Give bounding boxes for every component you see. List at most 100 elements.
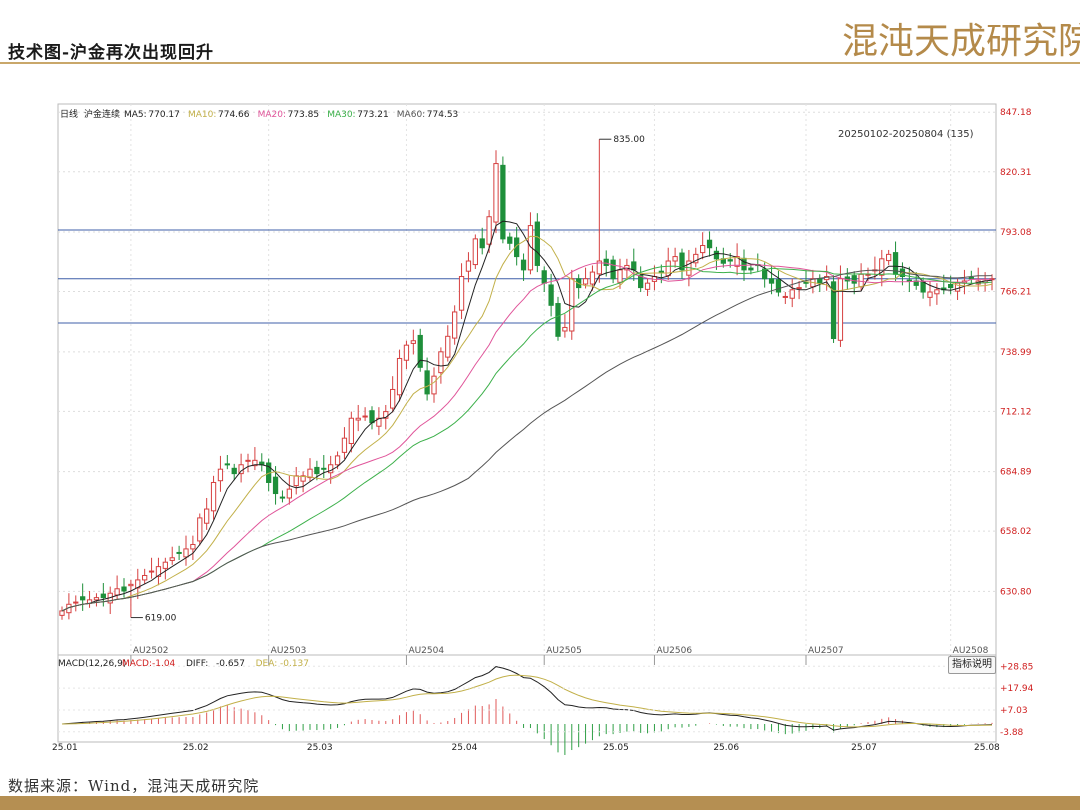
candle-body bbox=[390, 388, 396, 409]
macd-legend-label: MACD: bbox=[122, 659, 152, 669]
plot-frame bbox=[57, 103, 997, 743]
x-tick-label: 25.02 bbox=[183, 743, 209, 753]
candle-body bbox=[741, 257, 747, 271]
x-tick-label: 25.08 bbox=[974, 743, 1000, 753]
footer-bar bbox=[0, 796, 1080, 810]
candle-body bbox=[396, 357, 403, 396]
candle-body bbox=[500, 164, 506, 240]
macd-legend-value: -0.137 bbox=[280, 659, 309, 669]
candle-body bbox=[210, 481, 217, 512]
candle-body bbox=[231, 467, 237, 475]
candle-body bbox=[59, 610, 65, 616]
macd-tick-label: +28.85 bbox=[1000, 662, 1033, 672]
candle-body bbox=[445, 335, 451, 358]
candle-body bbox=[190, 543, 196, 550]
candle-body bbox=[920, 281, 926, 293]
ma60-line bbox=[61, 269, 993, 612]
candle-body bbox=[355, 417, 361, 421]
candle-body bbox=[672, 256, 678, 262]
candle-body bbox=[465, 260, 472, 272]
candle-body bbox=[458, 276, 465, 311]
legend-ma-label: MA60: bbox=[397, 110, 425, 120]
candle-body bbox=[837, 278, 844, 341]
y-tick-label: 793.08 bbox=[1000, 228, 1032, 238]
candle-body bbox=[479, 238, 485, 249]
candle-body bbox=[93, 597, 100, 601]
candle-body bbox=[162, 561, 168, 569]
contract-label: AU2503 bbox=[271, 646, 307, 656]
legend-ma-value: 774.66 bbox=[218, 110, 250, 120]
y-tick-label: 820.31 bbox=[1000, 168, 1032, 178]
candle-body bbox=[245, 459, 251, 462]
y-tick-label: 630.80 bbox=[1000, 587, 1032, 597]
candle-body bbox=[341, 437, 348, 453]
candle-body bbox=[555, 303, 561, 337]
candle-body bbox=[562, 326, 568, 332]
candle-body bbox=[582, 278, 589, 285]
candle-body bbox=[507, 236, 513, 244]
candle-body bbox=[803, 281, 809, 284]
candle-body bbox=[197, 517, 203, 542]
candle-body bbox=[148, 570, 155, 573]
candle-body bbox=[452, 311, 458, 339]
y-tick-label: 712.12 bbox=[1000, 407, 1032, 417]
y-tick-label: 658.02 bbox=[1000, 527, 1032, 537]
candle-body bbox=[472, 238, 478, 266]
contract-label: AU2508 bbox=[953, 646, 989, 656]
macd-title: MACD(12,26,9) bbox=[58, 659, 126, 669]
candle-body bbox=[493, 163, 499, 223]
period-label: 20250102-20250804 (135) bbox=[838, 129, 974, 140]
candle-body bbox=[279, 496, 286, 499]
candle-body bbox=[948, 283, 954, 289]
candle-body bbox=[775, 279, 782, 293]
ma10-line bbox=[61, 235, 993, 612]
legend-prefix: 日线 bbox=[60, 108, 78, 120]
candle-body bbox=[217, 468, 224, 482]
candle-body bbox=[348, 417, 354, 445]
macd-legend-label: DEA: bbox=[256, 659, 278, 669]
candle-body bbox=[114, 588, 120, 596]
macd-tick-label: -3.88 bbox=[1000, 728, 1024, 738]
candle-body bbox=[886, 253, 892, 262]
candle-body bbox=[534, 221, 540, 266]
candle-body bbox=[100, 593, 106, 599]
candle-body bbox=[314, 466, 320, 475]
contract-label: AU2504 bbox=[408, 646, 444, 656]
macd-legend-value: -1.04 bbox=[152, 659, 176, 669]
legend-ma-value: 773.85 bbox=[288, 110, 320, 120]
candle-body bbox=[293, 475, 299, 487]
candle-body bbox=[520, 259, 527, 271]
candle-body bbox=[858, 273, 864, 288]
candle-body bbox=[321, 467, 327, 470]
candle-body bbox=[603, 258, 609, 266]
y-tick-label: 684.89 bbox=[1000, 468, 1032, 478]
candle-body bbox=[700, 245, 706, 254]
ma20-line bbox=[61, 262, 993, 612]
candle-body bbox=[727, 259, 733, 262]
x-tick-label: 25.01 bbox=[52, 743, 78, 753]
macd-tick-label: +17.94 bbox=[1000, 684, 1034, 694]
price-chart: 847.18 820.31 793.08 766.21 738.99 712.12 684.… bbox=[52, 103, 1034, 755]
candle-body bbox=[286, 488, 292, 499]
candle-body bbox=[927, 291, 933, 298]
legend-ma-value: 774.53 bbox=[427, 110, 459, 120]
contract-label: AU2507 bbox=[808, 646, 844, 656]
legend-name: 沪金连续 bbox=[84, 108, 120, 120]
candle-body bbox=[272, 476, 279, 495]
macd-tick-label: +7.03 bbox=[1000, 706, 1028, 716]
legend-ma-label: MA5: bbox=[124, 110, 147, 120]
candle-body bbox=[328, 464, 334, 474]
candle-body bbox=[589, 271, 596, 285]
candle-body bbox=[424, 370, 430, 395]
candle-body bbox=[80, 596, 86, 601]
y-tick-label: 766.21 bbox=[1000, 288, 1032, 298]
candle-body bbox=[906, 279, 912, 282]
candle-body bbox=[369, 410, 375, 424]
candle-body bbox=[658, 270, 664, 273]
ma30-line bbox=[61, 265, 993, 612]
candle-body bbox=[569, 278, 575, 332]
x-tick-label: 25.05 bbox=[603, 743, 629, 753]
candle-body bbox=[334, 455, 341, 466]
contract-label: AU2505 bbox=[546, 646, 582, 656]
indicator-help-button[interactable]: 指标说明 bbox=[948, 656, 996, 674]
